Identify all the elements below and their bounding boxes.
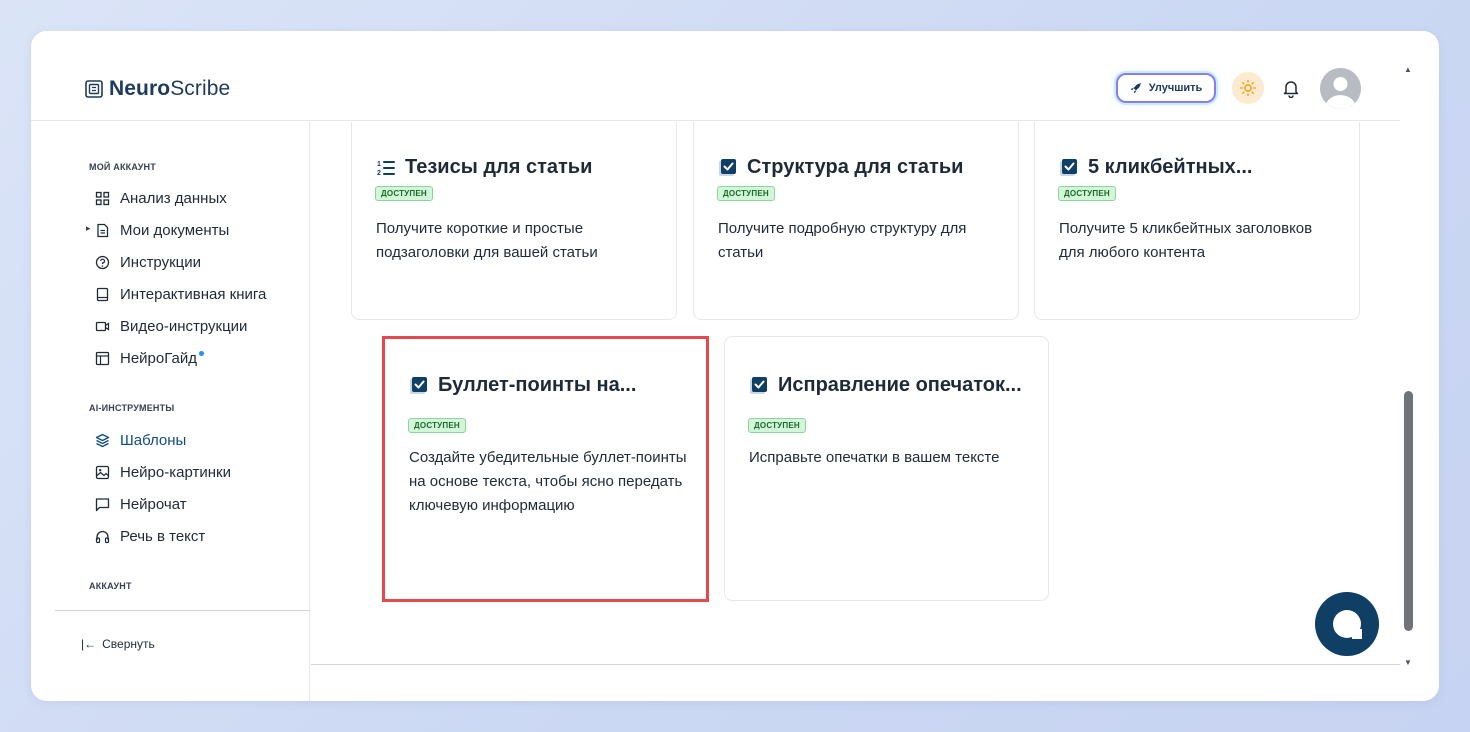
- content-bottom-divider: [311, 664, 1400, 665]
- logo-icon: [85, 80, 103, 98]
- section-ai-tools: AI-ИНСТРУМЕНТЫ: [89, 403, 175, 413]
- collapse-sidebar-button[interactable]: |← Свернуть: [81, 637, 155, 651]
- scroll-up-arrow-icon[interactable]: ▲: [1404, 65, 1412, 74]
- templates-grid: 12 Тезисы для статьи ДОСТУПЕН Получите к…: [311, 122, 1400, 701]
- status-badge: ДОСТУПЕН: [748, 418, 806, 433]
- card-title-text: Тезисы для статьи: [405, 156, 593, 178]
- template-card-clickbait-headlines[interactable]: 5 кликбейтных... ДОСТУПЕН Получите 5 кли…: [1034, 122, 1360, 320]
- sidebar-item-label: НейроГайд: [120, 350, 204, 367]
- upgrade-label: Улучшить: [1148, 82, 1203, 94]
- sidebar-item-video-instructions[interactable]: Видео-инструкции: [95, 315, 247, 337]
- scrollbar-thumb[interactable]: [1404, 391, 1413, 631]
- sidebar-divider: [55, 610, 310, 611]
- sidebar-item-data-analysis[interactable]: Анализ данных: [95, 187, 227, 209]
- sidebar-item-label: Речь в текст: [120, 527, 206, 545]
- sidebar-item-neuro-images[interactable]: Нейро-картинки: [95, 461, 231, 483]
- template-card-typo-fix[interactable]: Исправление опечаток... ДОСТУПЕН Исправь…: [724, 336, 1049, 601]
- section-my-account: МОЙ АККАУНТ: [89, 162, 156, 172]
- sidebar-item-neuroguide[interactable]: НейроГайд: [95, 347, 204, 369]
- sidebar: МОЙ АККАУНТ Анализ данных ▸ Мои документ…: [31, 122, 310, 701]
- new-indicator-dot: [199, 350, 204, 356]
- video-icon: [95, 321, 110, 331]
- sidebar-item-label: Шаблоны: [120, 431, 187, 449]
- card-title: 5 кликбейтных...: [1059, 156, 1252, 179]
- card-title-text: 5 кликбейтных...: [1088, 156, 1253, 178]
- svg-text:2: 2: [377, 170, 381, 177]
- chat-icon: [95, 497, 110, 511]
- document-icon: [97, 223, 109, 237]
- sidebar-item-instructions[interactable]: Инструкции: [95, 251, 201, 273]
- caret-right-icon[interactable]: ▸: [86, 223, 91, 234]
- card-description: Получите короткие и простые подзаголовки…: [376, 220, 598, 261]
- layout-icon: [95, 351, 110, 365]
- upgrade-button[interactable]: Улучшить: [1116, 73, 1216, 103]
- card-title: Структура для статьи: [718, 156, 963, 179]
- sidebar-item-label: Нейро-картинки: [120, 463, 231, 481]
- help-circle-icon: [95, 255, 110, 269]
- card-description: Получите 5 кликбейтных заголовков для лю…: [1059, 220, 1313, 261]
- card-title: Буллет-поинты на...: [409, 374, 636, 397]
- headphones-icon: [95, 530, 110, 543]
- support-chat-button[interactable]: [1315, 592, 1379, 656]
- status-badge: ДОСТУПЕН: [375, 186, 433, 201]
- template-card-article-structure[interactable]: Структура для статьи ДОСТУПЕН Получите п…: [693, 122, 1019, 320]
- card-title-text: Буллет-поинты на...: [438, 374, 637, 396]
- card-description: Создайте убедительные буллет-поинты на о…: [409, 449, 687, 514]
- sidebar-item-my-documents[interactable]: Мои документы: [95, 219, 229, 241]
- app-window: NeuroScribe Улучшить МОЙ АККАУНТ Анализ …: [31, 31, 1439, 701]
- template-card-article-theses[interactable]: 12 Тезисы для статьи ДОСТУПЕН Получите к…: [351, 122, 677, 320]
- card-title-text: Структура для статьи: [747, 156, 964, 178]
- status-badge: ДОСТУПЕН: [1058, 186, 1116, 201]
- svg-text:1: 1: [377, 161, 381, 168]
- sidebar-item-speech-to-text[interactable]: Речь в текст: [95, 525, 205, 547]
- top-header: NeuroScribe Улучшить: [31, 31, 1400, 121]
- card-title: Исправление опечаток...: [749, 374, 1022, 397]
- numbered-list-icon: 12: [377, 160, 395, 177]
- sidebar-item-templates[interactable]: Шаблоны: [95, 429, 186, 451]
- card-description: Получите подробную структуру для статьи: [718, 220, 967, 261]
- section-account: АККАУНТ: [89, 581, 132, 591]
- sidebar-item-label: Инструкции: [120, 253, 202, 271]
- sidebar-item-label: Анализ данных: [120, 189, 227, 207]
- checkbox-icon: [1060, 158, 1077, 176]
- card-title-text: Исправление опечаток...: [778, 374, 1022, 396]
- avatar[interactable]: [1320, 68, 1361, 109]
- sun-icon: [1239, 79, 1257, 97]
- status-badge: ДОСТУПЕН: [408, 418, 466, 433]
- logo-text: NeuroScribe: [109, 77, 231, 100]
- grid-icon: [95, 191, 110, 205]
- collapse-label: Свернуть: [102, 637, 155, 651]
- sidebar-item-label: Интерактивная книга: [120, 285, 267, 303]
- layers-icon: [95, 433, 110, 447]
- sidebar-item-interactive-book[interactable]: Интерактивная книга: [95, 283, 266, 305]
- sidebar-item-label: Мои документы: [120, 221, 230, 239]
- checkbox-icon: [719, 158, 736, 176]
- bell-icon[interactable]: [1281, 78, 1301, 98]
- chat-bubble-icon: [1333, 610, 1362, 639]
- sidebar-item-label: Видео-инструкции: [120, 317, 248, 335]
- card-title: 12 Тезисы для статьи: [376, 156, 592, 179]
- template-card-bullet-points[interactable]: Буллет-поинты на... ДОСТУПЕН Создайте уб…: [382, 336, 709, 602]
- collapse-arrow-icon: |←: [81, 637, 97, 651]
- logo[interactable]: NeuroScribe: [85, 77, 230, 101]
- card-description: Исправьте опечатки в вашем тексте: [749, 449, 1000, 466]
- rocket-icon: [1130, 83, 1141, 93]
- image-icon: [95, 465, 110, 479]
- user-avatar-icon: [1320, 68, 1361, 109]
- scroll-down-arrow-icon[interactable]: ▼: [1404, 658, 1412, 667]
- status-badge: ДОСТУПЕН: [717, 186, 775, 201]
- book-icon: [96, 287, 109, 301]
- theme-toggle[interactable]: [1232, 72, 1264, 104]
- sidebar-item-label: Нейрочат: [120, 495, 187, 513]
- checkbox-icon: [750, 376, 767, 394]
- sidebar-item-neurochat[interactable]: Нейрочат: [95, 493, 187, 515]
- checkbox-icon: [410, 376, 427, 394]
